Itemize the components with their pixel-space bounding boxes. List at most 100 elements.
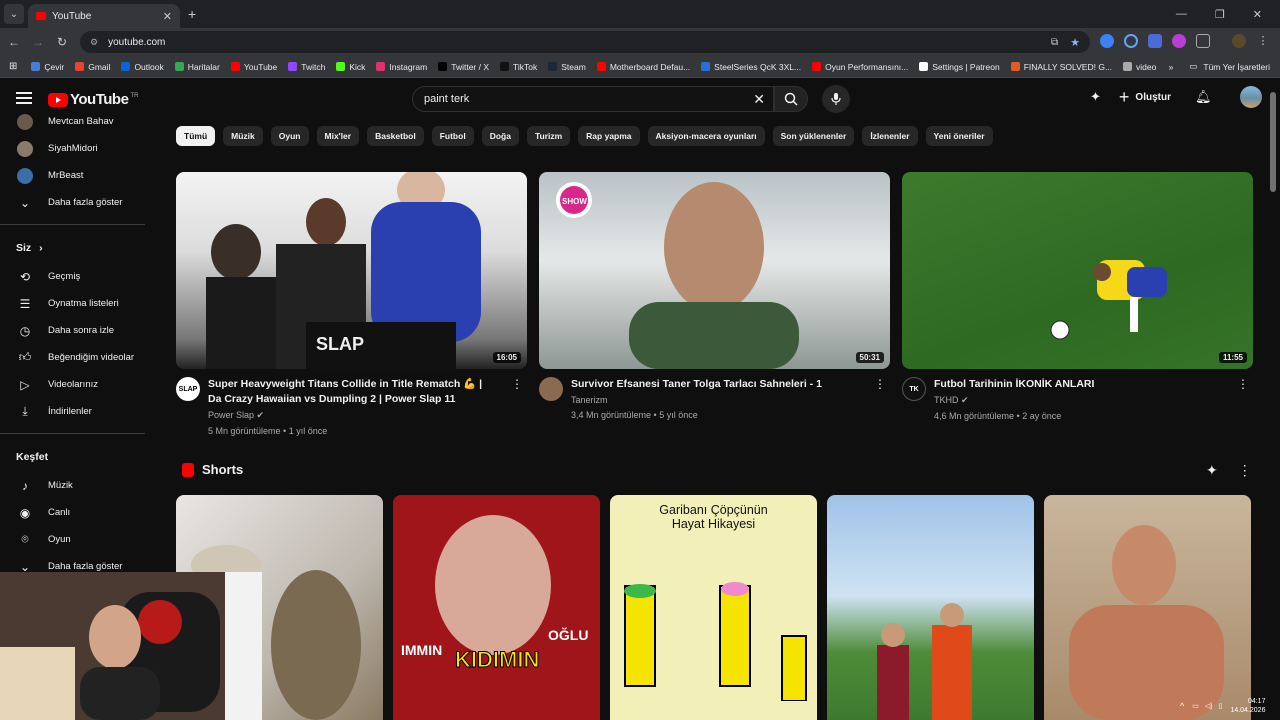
restore-icon[interactable]: ❐ bbox=[1215, 8, 1225, 21]
site-info-icon[interactable]: ⚙ bbox=[90, 37, 98, 48]
sidebar-item[interactable]: ⤓ İndirilenler bbox=[0, 398, 160, 425]
address-bar[interactable]: ⚙ youtube.com ⧉ ★ bbox=[80, 31, 1090, 53]
filter-chip[interactable]: Son yüklenenler bbox=[772, 126, 855, 146]
filter-chip[interactable]: Mix'ler bbox=[316, 126, 360, 146]
sidebar-item[interactable]: ▷ Videolarınız bbox=[0, 371, 160, 398]
shorts-more-icon[interactable]: ⋮ bbox=[1238, 462, 1252, 479]
video-title[interactable]: Super Heavyweight Titans Collide in Titl… bbox=[208, 377, 498, 407]
bookmark-item[interactable]: Settings | Patreon bbox=[919, 62, 1000, 72]
network-icon[interactable]: ▭ bbox=[1192, 702, 1199, 710]
extensions-puzzle-icon[interactable] bbox=[1196, 34, 1210, 48]
sidebar-item[interactable]: 👍︎ Beğendiğim videolar bbox=[0, 344, 160, 371]
video-card[interactable]: 11:55 TK Futbol Tarihinin İKONİK ANLARI … bbox=[902, 172, 1253, 436]
bookmark-item[interactable]: Steam bbox=[548, 62, 586, 72]
video-card[interactable]: SLAP 16:05 SLAP Super Heavyweight Titans… bbox=[176, 172, 527, 436]
channel-avatar[interactable] bbox=[539, 377, 563, 401]
filter-chip[interactable]: Futbol bbox=[431, 126, 474, 146]
profile-icon[interactable] bbox=[1232, 34, 1246, 48]
sidebar-item[interactable]: ⟲ Geçmiş bbox=[0, 263, 160, 290]
battery-icon[interactable]: ▯ bbox=[1219, 702, 1223, 710]
bookmarks-more[interactable]: » bbox=[1169, 62, 1174, 72]
bookmark-item[interactable]: Twitter / X bbox=[438, 62, 489, 72]
new-tab-button[interactable]: + bbox=[188, 6, 196, 22]
sidebar-item[interactable]: ♪ Müzik bbox=[0, 472, 160, 499]
channel-avatar[interactable]: TK bbox=[902, 377, 926, 401]
bookmark-item[interactable]: Gmail bbox=[75, 62, 110, 72]
more-actions-icon[interactable]: ⋮ bbox=[1237, 377, 1249, 391]
notifications-bell-icon[interactable]: 🔔︎ bbox=[1195, 89, 1212, 105]
bookmark-item[interactable]: Oyun Performansını... bbox=[812, 62, 908, 72]
more-actions-icon[interactable]: ⋮ bbox=[874, 377, 886, 391]
filter-chip[interactable]: Aksiyon-macera oyunları bbox=[647, 126, 765, 146]
all-bookmarks[interactable]: Tüm Yer İşaretleri bbox=[1203, 62, 1270, 72]
sidebar-item[interactable]: ◉ Canlı bbox=[0, 499, 160, 526]
premium-sparkle-icon[interactable]: ✦ bbox=[1090, 89, 1101, 105]
filter-chip[interactable]: Yeni öneriler bbox=[925, 126, 993, 146]
bookmark-item[interactable]: YouTube bbox=[230, 62, 277, 72]
sidebar-item[interactable]: ◷ Daha sonra izle bbox=[0, 317, 160, 344]
volume-icon[interactable]: ◁) bbox=[1205, 702, 1213, 710]
create-button[interactable]: + Oluştur bbox=[1119, 87, 1171, 108]
reload-icon[interactable]: ↻ bbox=[50, 35, 74, 49]
tray-chevron-icon[interactable]: ^ bbox=[1180, 701, 1184, 711]
filter-chip[interactable]: Turizm bbox=[526, 126, 571, 146]
short-card[interactable]: OĞLU IMMIN KIDIMIN bbox=[393, 495, 600, 720]
short-card[interactable] bbox=[1044, 495, 1251, 720]
bookmark-item[interactable]: FINALLY SOLVED! G... bbox=[1010, 62, 1112, 72]
forward-icon[interactable]: → bbox=[26, 35, 50, 49]
filter-chip[interactable]: Doğa bbox=[481, 126, 519, 146]
apps-icon[interactable]: ⊞ bbox=[9, 61, 17, 72]
channel-avatar[interactable]: SLAP bbox=[176, 377, 200, 401]
voice-search-button[interactable] bbox=[822, 85, 850, 113]
close-window-icon[interactable]: ✕ bbox=[1253, 8, 1262, 21]
video-thumbnail[interactable]: SHOW 50:31 bbox=[539, 172, 890, 369]
short-card[interactable]: Garibanı Çöpçünün Hayat Hikayesi bbox=[610, 495, 817, 720]
page-scrollbar[interactable] bbox=[1270, 92, 1276, 192]
channel-name[interactable]: Tanerizm bbox=[571, 395, 861, 405]
bookmark-item[interactable]: Instagram bbox=[376, 62, 427, 72]
bookmark-item[interactable]: Motherboard Defau... bbox=[596, 62, 690, 72]
youtube-logo[interactable]: YouTube TR bbox=[48, 91, 138, 108]
more-actions-icon[interactable]: ⋮ bbox=[511, 377, 523, 391]
bookmark-item[interactable]: Twitch bbox=[288, 62, 325, 72]
search-button[interactable] bbox=[774, 86, 808, 112]
video-title[interactable]: Survivor Efsanesi Taner Tolga Tarlacı Sa… bbox=[571, 377, 861, 392]
back-icon[interactable]: ← bbox=[2, 35, 26, 49]
account-avatar[interactable] bbox=[1239, 86, 1262, 108]
video-title[interactable]: Futbol Tarihinin İKONİK ANLARI bbox=[934, 377, 1224, 392]
channel-name[interactable]: Power Slap ✔ bbox=[208, 410, 498, 421]
bookmark-item[interactable]: video bbox=[1123, 62, 1156, 72]
extension-icon[interactable] bbox=[1148, 34, 1162, 48]
bookmark-item[interactable]: Outlook bbox=[121, 62, 164, 72]
bookmark-item[interactable]: Kick bbox=[336, 62, 365, 72]
show-more-subscriptions[interactable]: ⌄ Daha fazla göster bbox=[0, 189, 160, 216]
extension-icon[interactable] bbox=[1124, 34, 1138, 48]
close-tab-icon[interactable]: ✕ bbox=[163, 10, 172, 23]
filter-chip[interactable]: Oyun bbox=[270, 126, 309, 146]
filter-chip[interactable]: Müzik bbox=[223, 126, 263, 146]
filter-chip[interactable]: Tümü bbox=[176, 126, 216, 146]
you-section-title[interactable]: Siz › bbox=[0, 233, 160, 263]
bookmark-item[interactable]: Haritalar bbox=[174, 62, 220, 72]
subscription-item[interactable]: Mevtcan Bahav bbox=[0, 108, 160, 135]
browser-menu-icon[interactable]: ⋮ bbox=[1256, 34, 1270, 48]
video-card[interactable]: SHOW 50:31 Survivor Efsanesi Taner Tolga… bbox=[539, 172, 890, 436]
filter-chip[interactable]: Basketbol bbox=[367, 126, 424, 146]
bookmark-item[interactable]: TikTok bbox=[500, 62, 537, 72]
filter-chip[interactable]: Rap yapma bbox=[578, 126, 640, 146]
cast-icon[interactable]: ⧉ bbox=[1051, 37, 1058, 48]
bookmark-item[interactable]: Çevir bbox=[31, 62, 64, 72]
subscription-item[interactable]: MrBeast bbox=[0, 162, 160, 189]
channel-name[interactable]: TKHD ✔ bbox=[934, 395, 1224, 406]
extension-icon[interactable] bbox=[1100, 34, 1114, 48]
clear-search-icon[interactable]: ✕ bbox=[753, 91, 765, 108]
sidebar-item[interactable]: ⌾ Oyun bbox=[0, 526, 160, 553]
menu-icon[interactable] bbox=[16, 92, 32, 104]
video-thumbnail[interactable]: 11:55 bbox=[902, 172, 1253, 369]
bookmark-star-icon[interactable]: ★ bbox=[1070, 36, 1080, 49]
bookmark-item[interactable]: SteelSeries QcK 3XL... bbox=[701, 62, 801, 72]
filter-chip[interactable]: İzlenenler bbox=[862, 126, 918, 146]
browser-tab-youtube[interactable]: YouTube ✕ bbox=[28, 4, 180, 28]
extension-icon[interactable] bbox=[1172, 34, 1186, 48]
subscription-item[interactable]: SiyahMidori bbox=[0, 135, 160, 162]
